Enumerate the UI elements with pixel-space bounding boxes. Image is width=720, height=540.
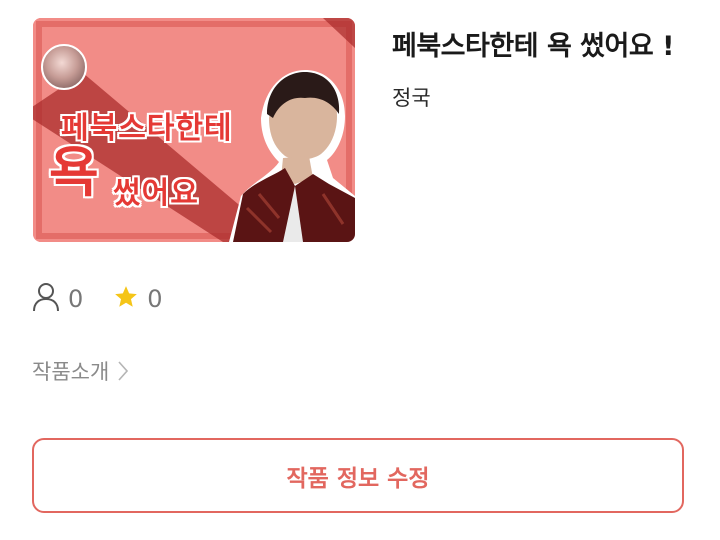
chevron-right-icon (118, 361, 129, 381)
edit-work-info-button[interactable]: 작품 정보 수정 (32, 438, 684, 513)
author-avatar (41, 44, 87, 90)
cover-title-line2: 썼어요 (113, 176, 199, 211)
author-name[interactable]: 정국 (392, 82, 431, 112)
intro-label: 작품소개 (32, 360, 110, 384)
work-intro-link[interactable]: 작품소개 (32, 356, 129, 386)
person-icon (32, 282, 60, 316)
stars-stat: 0 (113, 284, 163, 314)
readers-stat: 0 (32, 282, 83, 316)
cover-title-big: 욕 (49, 141, 100, 204)
star-icon (113, 284, 139, 314)
cover-image[interactable]: 페북스타한테 욕 썼어요 (33, 18, 355, 242)
work-title: 페북스타한테 욕 썼어요 ! (392, 31, 674, 62)
work-info-screen: 페북스타한테 욕 썼어요 페북스타한테 욕 썼어요 ! 정국 0 0 작품소개 (0, 0, 720, 540)
stars-count: 0 (147, 285, 163, 313)
work-stats: 0 0 (32, 283, 193, 315)
readers-count: 0 (68, 285, 84, 313)
